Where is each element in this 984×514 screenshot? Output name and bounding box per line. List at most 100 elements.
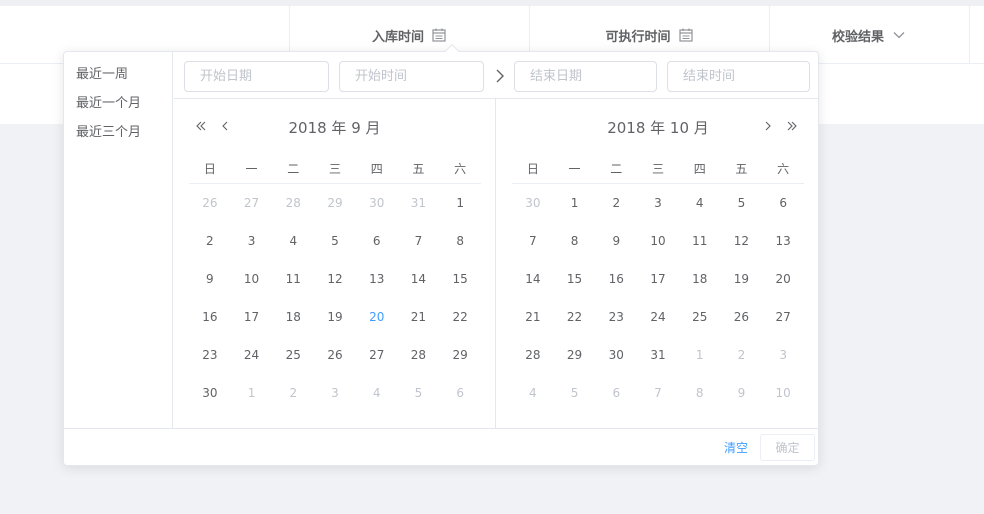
calendar-day[interactable]: 2 [595,184,637,222]
calendar-day[interactable]: 7 [398,222,440,260]
calendar-day[interactable]: 29 [314,184,356,222]
calendar-day[interactable]: 6 [356,222,398,260]
calendar-day[interactable]: 26 [314,336,356,374]
calendar-day[interactable]: 3 [637,184,679,222]
calendar-icon [678,28,693,42]
calendar-day[interactable]: 28 [512,336,554,374]
calendar-day[interactable]: 15 [554,260,596,298]
weekday-label: 二 [287,162,300,176]
calendar-day[interactable]: 14 [512,260,554,298]
calendar-day[interactable]: 15 [439,260,481,298]
column-divider [969,6,970,64]
shortcut-last-three-months[interactable]: 最近三个月 [64,118,172,147]
calendar-day[interactable]: 6 [762,184,804,222]
calendar-day[interactable]: 1 [679,336,721,374]
calendar-day[interactable]: 2 [721,336,763,374]
shortcut-last-month[interactable]: 最近一个月 [64,89,172,118]
calendar-day[interactable]: 7 [512,222,554,260]
calendar-day[interactable]: 12 [314,260,356,298]
calendar-day[interactable]: 28 [272,184,314,222]
calendar-day[interactable]: 8 [439,222,481,260]
calendar-day[interactable]: 16 [189,298,231,336]
calendar-day[interactable]: 19 [721,260,763,298]
clear-button[interactable]: 清空 [724,439,748,456]
calendar-day[interactable]: 9 [189,260,231,298]
calendar-day[interactable]: 1 [554,184,596,222]
calendar-day[interactable]: 25 [272,336,314,374]
calendar-day[interactable]: 28 [398,336,440,374]
calendar-day[interactable]: 29 [439,336,481,374]
calendar-day[interactable]: 1 [439,184,481,222]
calendar-day[interactable]: 24 [231,336,273,374]
calendar-day[interactable]: 26 [189,184,231,222]
calendar-day[interactable]: 11 [272,260,314,298]
calendar-day[interactable]: 6 [439,374,481,412]
calendar-day[interactable]: 20 [762,260,804,298]
calendar-day[interactable]: 23 [189,336,231,374]
calendar-day[interactable]: 10 [231,260,273,298]
calendar-day[interactable]: 30 [356,184,398,222]
calendar-day[interactable]: 6 [595,374,637,412]
calendar-day[interactable]: 12 [721,222,763,260]
calendar-day[interactable]: 17 [231,298,273,336]
calendar-day[interactable]: 5 [721,184,763,222]
calendar-day[interactable]: 8 [554,222,596,260]
calendar-day[interactable]: 16 [595,260,637,298]
next-month-icon[interactable] [760,118,776,134]
calendar-day[interactable]: 20 [356,298,398,336]
start-time-input[interactable] [339,61,484,92]
calendar-day[interactable]: 22 [439,298,481,336]
calendar-day[interactable]: 17 [637,260,679,298]
calendar-day[interactable]: 3 [762,336,804,374]
calendar-day[interactable]: 4 [512,374,554,412]
calendar-day[interactable]: 27 [762,298,804,336]
calendar-day[interactable]: 22 [554,298,596,336]
start-date-input[interactable] [184,61,329,92]
calendar-day[interactable]: 30 [189,374,231,412]
calendar-day[interactable]: 1 [231,374,273,412]
calendar-day[interactable]: 18 [679,260,721,298]
calendar-day[interactable]: 14 [398,260,440,298]
calendar-day[interactable]: 5 [398,374,440,412]
calendar-day[interactable]: 4 [679,184,721,222]
calendar-day[interactable]: 2 [189,222,231,260]
calendar-day[interactable]: 21 [512,298,554,336]
calendar-day[interactable]: 10 [637,222,679,260]
calendar-day[interactable]: 3 [231,222,273,260]
calendar-day[interactable]: 27 [231,184,273,222]
calendar-day[interactable]: 4 [356,374,398,412]
calendar-day[interactable]: 4 [272,222,314,260]
calendar-day[interactable]: 23 [595,298,637,336]
calendar-day[interactable]: 25 [679,298,721,336]
calendar-day[interactable]: 31 [398,184,440,222]
calendar-day[interactable]: 26 [721,298,763,336]
shortcut-last-week[interactable]: 最近一周 [64,60,172,89]
calendar-day[interactable]: 10 [762,374,804,412]
weekday-label: 一 [245,162,258,176]
calendar-day[interactable]: 13 [762,222,804,260]
calendar-day[interactable]: 7 [637,374,679,412]
confirm-button[interactable]: 确定 [760,434,815,461]
calendar-day[interactable]: 21 [398,298,440,336]
calendar-day[interactable]: 5 [554,374,596,412]
calendar-day[interactable]: 5 [314,222,356,260]
calendar-day[interactable]: 13 [356,260,398,298]
calendar-day[interactable]: 11 [679,222,721,260]
column-header-label: 入库时间 [371,29,424,45]
calendar-day[interactable]: 31 [637,336,679,374]
calendar-day[interactable]: 24 [637,298,679,336]
calendar-day[interactable]: 30 [595,336,637,374]
end-time-input[interactable] [667,61,810,92]
calendar-day[interactable]: 18 [272,298,314,336]
calendar-day[interactable]: 9 [721,374,763,412]
calendar-day[interactable]: 29 [554,336,596,374]
next-year-icon[interactable] [784,118,800,134]
calendar-day[interactable]: 30 [512,184,554,222]
calendar-day[interactable]: 27 [356,336,398,374]
calendar-day[interactable]: 3 [314,374,356,412]
calendar-day[interactable]: 9 [595,222,637,260]
end-date-input[interactable] [514,61,657,92]
calendar-day[interactable]: 2 [272,374,314,412]
calendar-day[interactable]: 8 [679,374,721,412]
calendar-day[interactable]: 19 [314,298,356,336]
